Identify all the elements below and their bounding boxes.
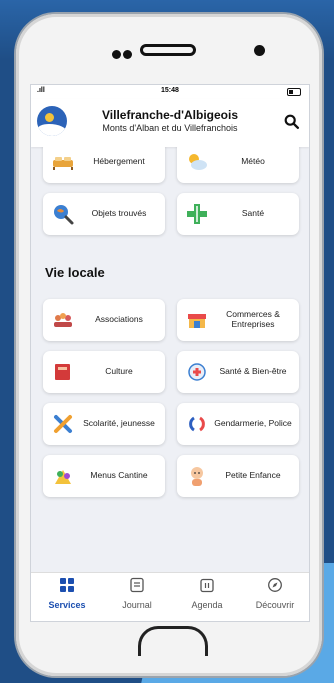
police-icon: [189, 416, 205, 432]
journal-icon: [130, 577, 144, 593]
page-subtitle: Monts d'Alban et du Villefranchois: [102, 123, 238, 133]
service-card-petite-enfance[interactable]: Petite Enfance: [177, 455, 299, 497]
tab-services[interactable]: Services: [37, 577, 97, 610]
service-card-hebergement[interactable]: Hébergement: [43, 147, 165, 183]
app-header: Villefranche-d'Albigeois Monts d'Alban e…: [31, 99, 309, 147]
service-label: Scolarité, jeunesse: [83, 418, 155, 429]
service-card-meteo[interactable]: Météo: [177, 147, 299, 183]
pencil-icon: [54, 415, 72, 433]
bottom-tab-bar: Services Journal Agenda Découvrir: [31, 572, 309, 621]
grid-icon: [60, 578, 74, 592]
service-label: Gendarmerie, Police: [214, 418, 292, 429]
phone-sensors: [112, 46, 134, 64]
tab-decouvrir[interactable]: Découvrir: [245, 577, 305, 610]
medical-cross-icon: [187, 204, 207, 224]
service-card-gendarmerie[interactable]: Gendarmerie, Police: [177, 403, 299, 445]
health-shield-icon: [188, 363, 206, 381]
tab-label: Services: [48, 600, 86, 610]
status-time: 15:48: [161, 87, 179, 94]
service-card-menus-cantine[interactable]: Menus Cantine: [43, 455, 165, 497]
service-label: Santé: [241, 208, 265, 219]
service-card-culture[interactable]: Culture: [43, 351, 165, 393]
service-label: Hébergement: [93, 156, 145, 167]
service-card-sante[interactable]: Santé: [177, 193, 299, 235]
service-card-commerces[interactable]: Commerces & Entreprises: [177, 299, 299, 341]
status-bar: .ıll 15:48: [31, 85, 309, 99]
tab-label: Journal: [122, 600, 152, 610]
service-label: Objets trouvés: [91, 208, 147, 219]
book-icon: [55, 364, 70, 380]
weather-icon: [189, 154, 207, 170]
section-title-vie-locale: Vie locale: [45, 265, 105, 280]
service-card-sante-bien-etre[interactable]: Santé & Bien-être: [177, 351, 299, 393]
service-label: Associations: [95, 314, 143, 325]
service-label: Météo: [241, 156, 265, 167]
phone-speaker: [140, 44, 196, 56]
baby-icon: [191, 467, 203, 486]
magnifier-globe-icon: [54, 205, 74, 225]
service-card-scolarite[interactable]: Scolarité, jeunesse: [43, 403, 165, 445]
service-label: Menus Cantine: [90, 470, 148, 481]
service-label: Culture: [105, 366, 133, 377]
service-card-associations[interactable]: Associations: [43, 299, 165, 341]
phone-frame: .ıll 15:48 Villefranche-d'Albigeois Mont…: [16, 14, 322, 676]
home-button[interactable]: [138, 626, 208, 656]
signal-indicator: .ıll: [37, 87, 45, 94]
people-icon: [54, 313, 72, 327]
compass-icon: [268, 578, 282, 592]
tab-label: Découvrir: [255, 600, 295, 610]
tab-journal[interactable]: Journal: [107, 577, 167, 610]
services-content[interactable]: Hébergement Météo Objets trouvés Santé V…: [31, 147, 309, 572]
search-icon[interactable]: [283, 113, 301, 131]
service-label: Petite Enfance: [225, 470, 281, 481]
shop-icon: [188, 314, 206, 328]
food-icon: [55, 470, 71, 484]
app-screen: .ıll 15:48 Villefranche-d'Albigeois Mont…: [30, 84, 310, 622]
bed-icon: [53, 157, 73, 170]
calendar-icon: [200, 578, 214, 593]
page-title: Villefranche-d'Albigeois: [102, 108, 238, 122]
tab-label: Agenda: [191, 600, 223, 610]
service-label: Santé & Bien-être: [219, 366, 287, 377]
battery-icon: [287, 88, 301, 96]
tab-agenda[interactable]: Agenda: [177, 577, 237, 610]
service-label: Commerces & Entreprises: [226, 309, 280, 329]
service-card-objets-trouves[interactable]: Objets trouvés: [43, 193, 165, 235]
phone-camera: [254, 45, 265, 56]
